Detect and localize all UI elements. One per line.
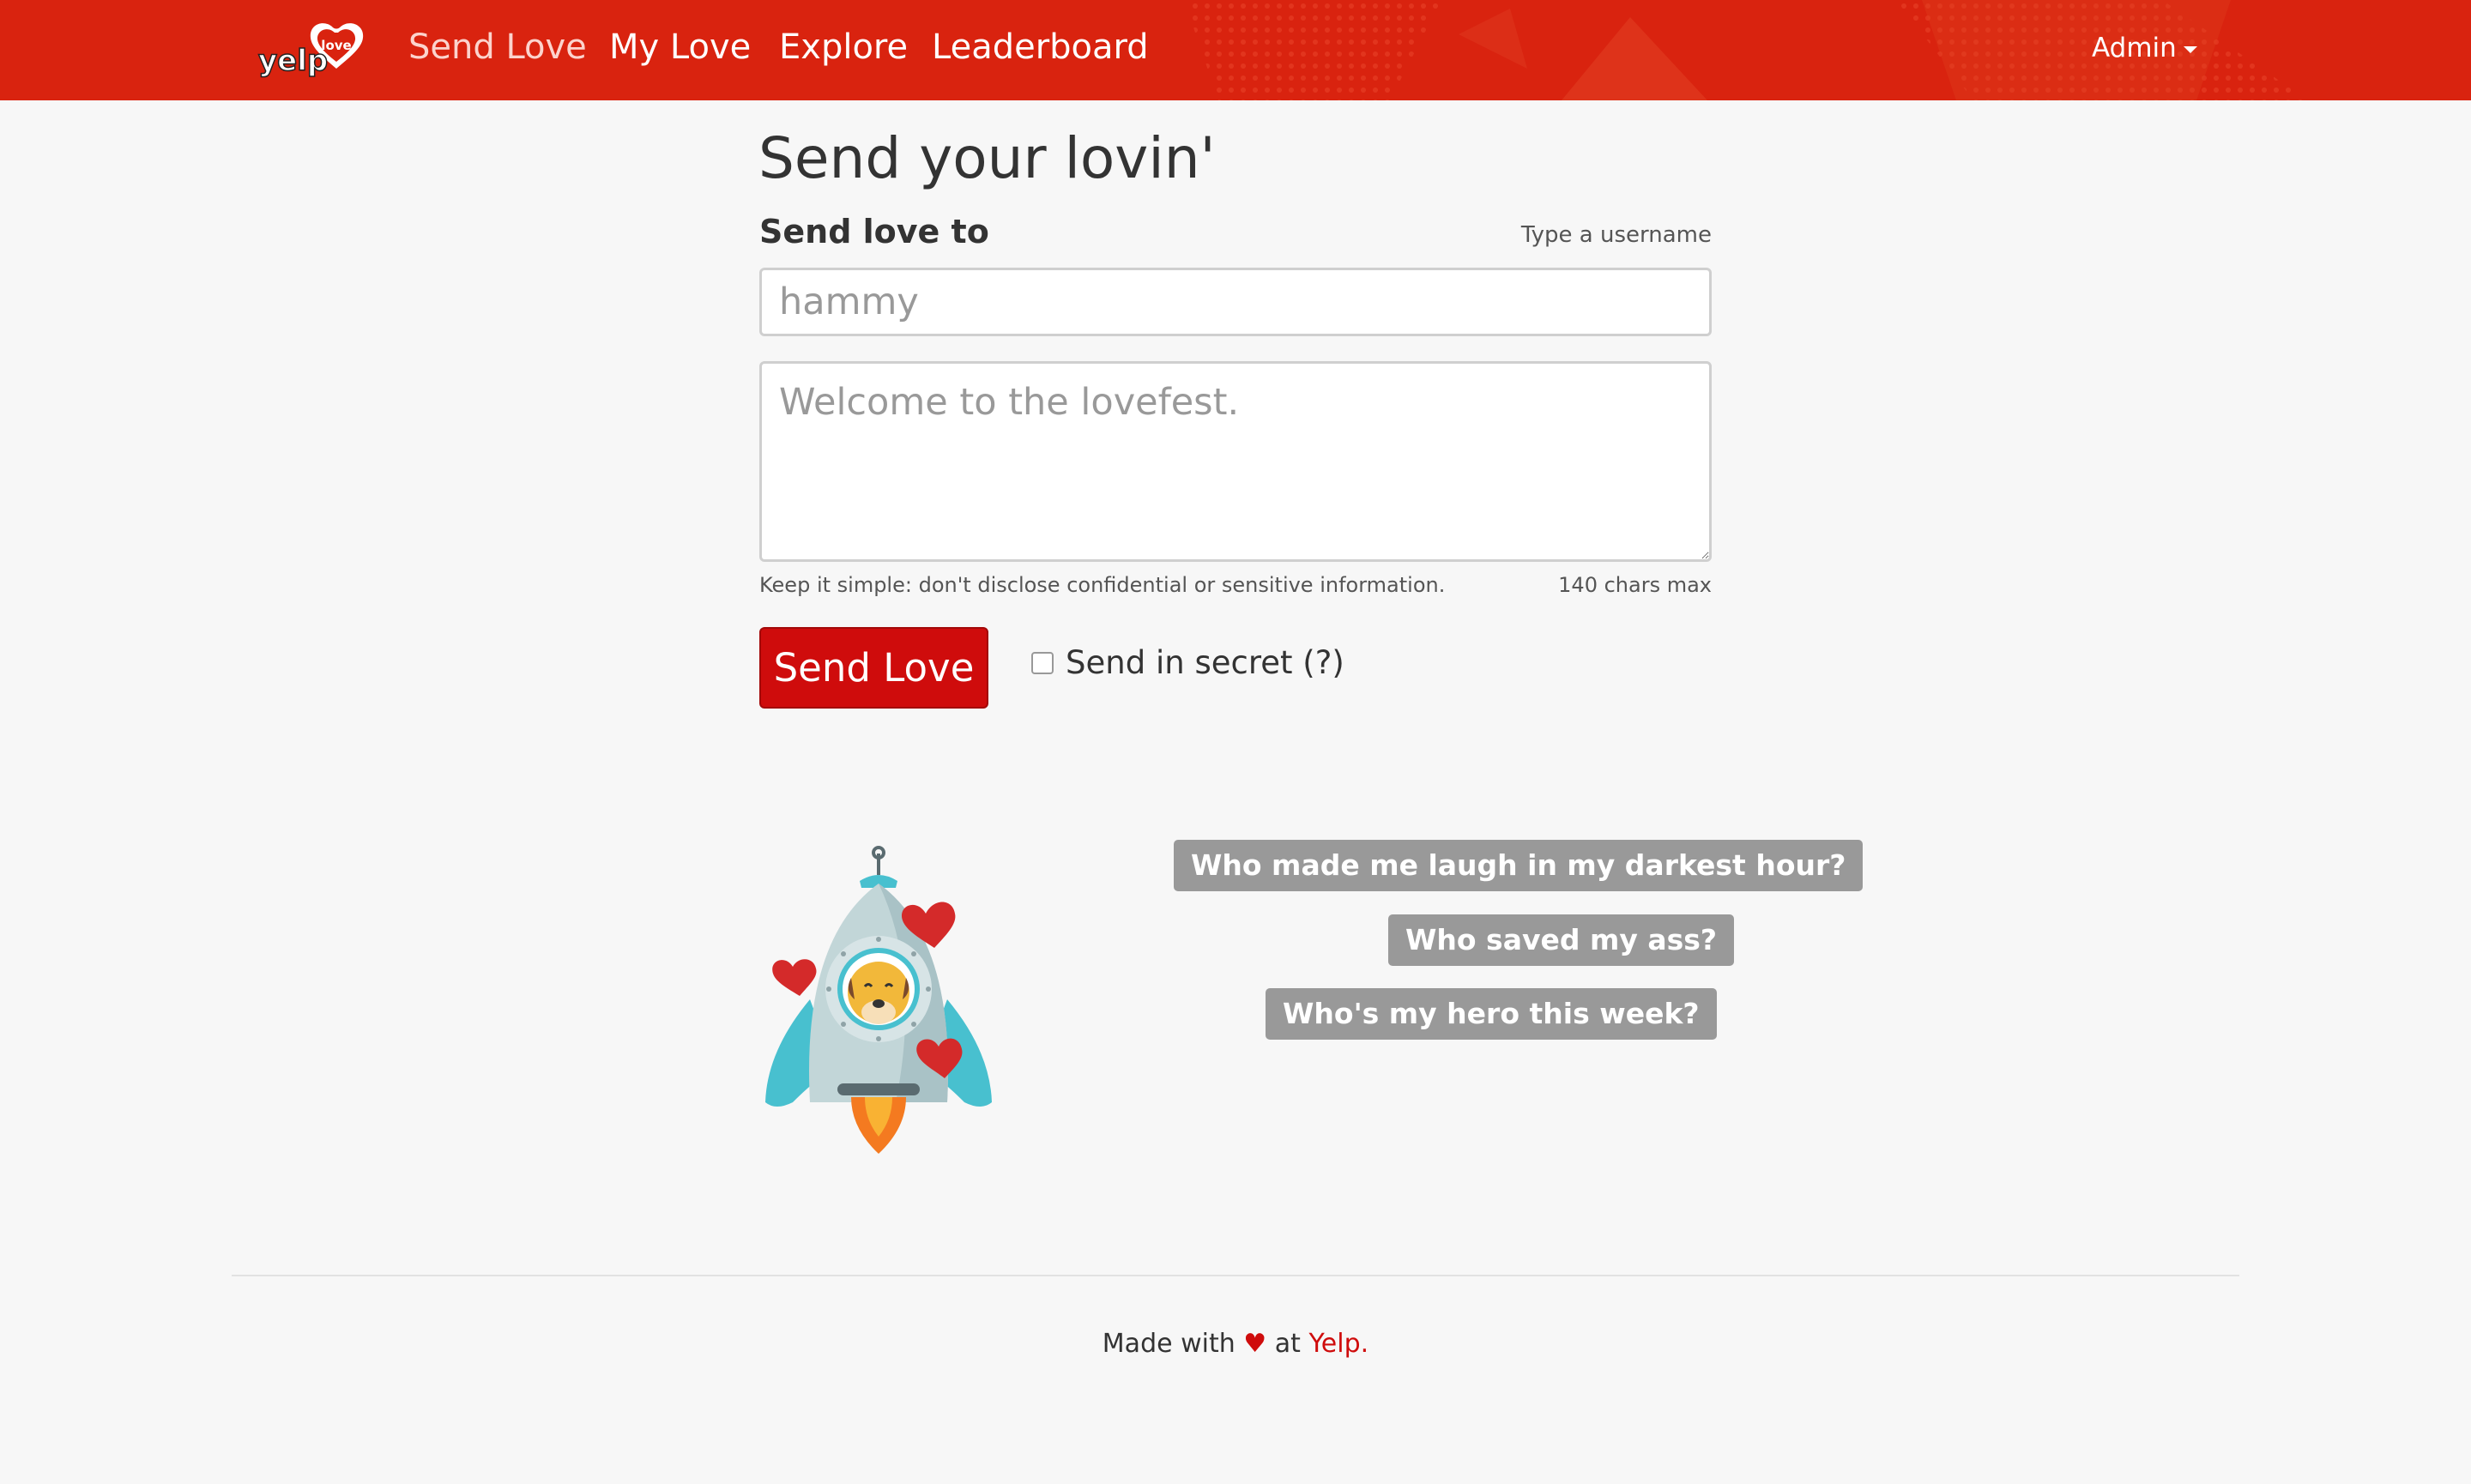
help-text: Keep it simple: don't disclose confident… — [759, 573, 1446, 597]
footer-prefix: Made with — [1102, 1329, 1236, 1359]
recipient-label: Send love to — [759, 213, 989, 250]
send-secret-label[interactable]: Send in secret (?) — [1066, 642, 1344, 685]
footer-yelp-link[interactable]: Yelp — [1308, 1329, 1360, 1359]
message-textarea[interactable] — [759, 361, 1712, 562]
admin-menu[interactable]: Admin — [2092, 31, 2197, 65]
recipient-hint: Type a username — [1520, 222, 1712, 248]
nav-send-love[interactable]: Send Love — [408, 26, 587, 69]
chevron-down-icon — [2183, 45, 2197, 53]
prompt-bubble[interactable]: Who made me laugh in my darkest hour? — [1174, 840, 1864, 891]
top-navbar: love yelp Send Love My Love Explore Lead… — [0, 0, 2471, 100]
send-secret-checkbox[interactable] — [1031, 652, 1054, 674]
svg-text:yelp: yelp — [258, 44, 328, 78]
nav-leaderboard[interactable]: Leaderboard — [932, 26, 1149, 69]
recipient-input[interactable] — [759, 268, 1712, 336]
send-love-button[interactable]: Send Love — [759, 627, 988, 709]
rocket-illustration — [765, 846, 992, 1154]
footer-suffix: . — [1360, 1329, 1369, 1359]
footer-divider — [232, 1275, 2239, 1276]
char-limit-text: 140 chars max — [1558, 573, 1712, 597]
nav-my-love[interactable]: My Love — [609, 26, 751, 69]
footer-middle: at — [1274, 1329, 1301, 1359]
prompt-bubble[interactable]: Who's my hero this week? — [1266, 988, 1717, 1040]
footer: Made with ♥ at Yelp. — [0, 1325, 2471, 1363]
yelp-love-logo[interactable]: love yelp — [257, 21, 366, 81]
heart-icon: ♥ — [1243, 1329, 1267, 1359]
prompt-bubble[interactable]: Who saved my ass? — [1388, 914, 1735, 966]
admin-label: Admin — [2092, 33, 2177, 63]
page-title: Send your lovin' — [758, 125, 1216, 191]
nav-explore[interactable]: Explore — [779, 26, 908, 69]
